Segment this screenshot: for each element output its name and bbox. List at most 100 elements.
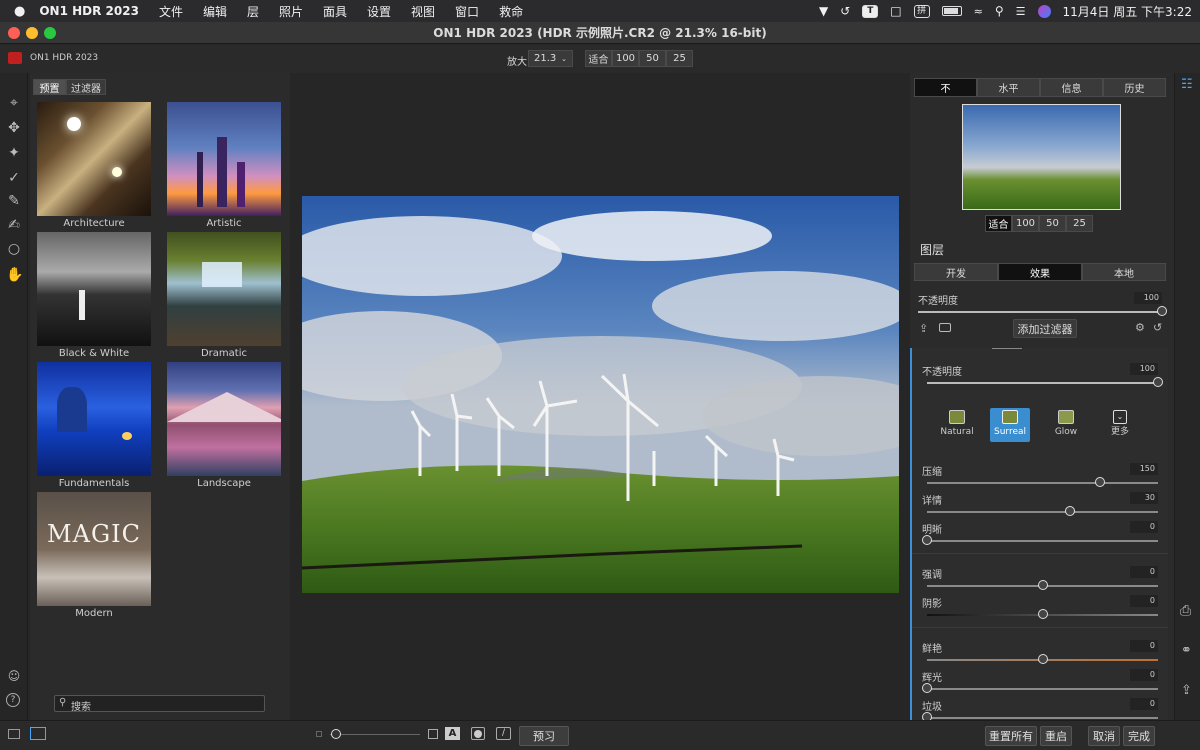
gear-icon[interactable]: ⚙ bbox=[1135, 321, 1145, 334]
tab-develop[interactable]: 开发 bbox=[914, 263, 998, 281]
filter-slider-knob[interactable] bbox=[1065, 506, 1076, 516]
menu-mask[interactable]: 面具 bbox=[323, 3, 347, 20]
style-natural[interactable]: Natural bbox=[937, 408, 977, 442]
style-glow[interactable]: Glow bbox=[1046, 408, 1086, 442]
menu-layer[interactable]: 层 bbox=[247, 3, 259, 20]
nav-zoom-fit-button[interactable]: 适合 bbox=[985, 215, 1012, 232]
cancel-button[interactable]: 取消 bbox=[1088, 726, 1120, 746]
menu-view[interactable]: 视图 bbox=[411, 3, 435, 20]
menu-edit[interactable]: 编辑 bbox=[203, 3, 227, 20]
filter-slider-value[interactable]: 0 bbox=[1130, 595, 1158, 607]
wifi-icon[interactable]: ≈ bbox=[974, 5, 983, 18]
tab-info[interactable]: 信息 bbox=[1040, 78, 1103, 97]
reset-all-button[interactable]: 重置所有 bbox=[985, 726, 1037, 746]
filter-slider-value[interactable]: 0 bbox=[1130, 640, 1158, 652]
filter-slider-knob[interactable] bbox=[1037, 580, 1048, 590]
tab-effects[interactable]: 效果 bbox=[998, 263, 1082, 281]
tab-levels[interactable]: 水平 bbox=[977, 78, 1040, 97]
reset-icon[interactable]: ↺ bbox=[1153, 321, 1162, 334]
reset-button[interactable]: 重启 bbox=[1040, 726, 1072, 746]
filter-slider-knob[interactable] bbox=[1037, 609, 1048, 619]
menu-help[interactable]: 救命 bbox=[499, 3, 523, 20]
user-icon[interactable]: ☺ bbox=[6, 668, 22, 684]
mask-view-icon[interactable] bbox=[471, 727, 485, 740]
preset-thumb-dramatic[interactable] bbox=[167, 232, 281, 346]
export-share-icon[interactable]: ⇪ bbox=[1181, 683, 1192, 698]
zoom-100-button[interactable]: 100 bbox=[612, 50, 639, 67]
layer-opacity-knob[interactable] bbox=[1157, 306, 1167, 316]
style-surreal[interactable]: Surreal bbox=[990, 408, 1030, 442]
input-method-icon[interactable]: 拼 bbox=[913, 4, 930, 18]
filter-slider-value[interactable]: 0 bbox=[1130, 698, 1158, 710]
preset-thumb-artistic[interactable] bbox=[167, 102, 281, 216]
zoom-fit-button[interactable]: 适合 bbox=[585, 50, 612, 67]
help-icon[interactable]: ? bbox=[6, 693, 20, 707]
filter-slider-value[interactable]: 0 bbox=[1130, 521, 1158, 533]
apple-icon[interactable]: ● bbox=[14, 4, 25, 19]
tab-navigator[interactable]: 不 bbox=[914, 78, 977, 97]
minimize-button[interactable] bbox=[26, 27, 38, 39]
navigator-preview[interactable] bbox=[962, 104, 1121, 210]
menu-settings[interactable]: 设置 bbox=[367, 3, 391, 20]
message-icon[interactable]: □ bbox=[890, 4, 901, 18]
add-filter-button[interactable]: 添加过滤器 bbox=[1013, 319, 1077, 338]
crop-icon[interactable]: ⌖ bbox=[6, 95, 22, 111]
menu-window[interactable]: 窗口 bbox=[455, 3, 479, 20]
preset-thumb-architecture[interactable] bbox=[37, 102, 151, 216]
preset-thumb-modern[interactable]: MAGIC bbox=[37, 492, 151, 606]
control-center-icon[interactable]: ☰ bbox=[1016, 5, 1026, 18]
hand-zoom-icon[interactable]: ✋ bbox=[6, 267, 23, 283]
sync-icon[interactable]: ↺ bbox=[840, 4, 850, 18]
filter-slider-value[interactable]: 30 bbox=[1130, 492, 1158, 504]
move-icon[interactable]: ✥ bbox=[6, 120, 22, 136]
filter-slider-knob[interactable] bbox=[922, 535, 932, 545]
preview-button[interactable]: 预习 bbox=[519, 726, 569, 746]
share-icon[interactable]: ⚭ bbox=[1181, 643, 1192, 658]
text-icon[interactable]: T bbox=[862, 4, 879, 18]
filter-opacity-knob[interactable] bbox=[1153, 377, 1163, 387]
print-icon[interactable]: ⎙ bbox=[1180, 603, 1191, 619]
zoom-25-button[interactable]: 25 bbox=[666, 50, 693, 67]
tab-local[interactable]: 本地 bbox=[1082, 263, 1166, 281]
search-box[interactable]: ⚲ 搜索 bbox=[54, 695, 265, 713]
filter-slider-value[interactable]: 150 bbox=[1130, 463, 1158, 475]
mask-icon[interactable] bbox=[939, 323, 951, 332]
adjustments-icon[interactable]: ☷ bbox=[1181, 77, 1193, 92]
nav-zoom-25-button[interactable]: 25 bbox=[1066, 215, 1093, 232]
filter-slider-value[interactable]: 0 bbox=[1130, 669, 1158, 681]
shield-icon[interactable]: ▼ bbox=[819, 4, 828, 18]
filter-slider-knob[interactable] bbox=[922, 683, 932, 693]
tab-filters[interactable]: 过滤器 bbox=[66, 79, 106, 95]
datetime[interactable]: 11月4日 周五 下午3:22 bbox=[1063, 3, 1192, 20]
tab-history[interactable]: 历史 bbox=[1103, 78, 1166, 97]
preset-thumb-fundamentals[interactable] bbox=[37, 362, 151, 476]
menu-app-name[interactable]: ON1 HDR 2023 bbox=[39, 4, 139, 18]
filter-slider-knob[interactable] bbox=[1037, 654, 1048, 664]
export-icon[interactable]: ⇪ bbox=[919, 322, 928, 335]
filter-opacity-value[interactable]: 100 bbox=[1130, 363, 1158, 375]
refine-brush-icon[interactable]: ✍ bbox=[6, 217, 22, 233]
zoom-select[interactable]: 21.3 ⌄ bbox=[528, 50, 573, 67]
zoom-50-button[interactable]: 50 bbox=[639, 50, 666, 67]
text-overlay-toggle[interactable]: A bbox=[445, 727, 460, 740]
nav-zoom-100-button[interactable]: 100 bbox=[1012, 215, 1039, 232]
layer-opacity-value[interactable]: 100 bbox=[1134, 292, 1162, 304]
filter-slider-value[interactable]: 0 bbox=[1130, 566, 1158, 578]
nav-zoom-50-button[interactable]: 50 bbox=[1039, 215, 1066, 232]
tab-presets[interactable]: 预置 bbox=[33, 79, 66, 95]
menu-photo[interactable]: 照片 bbox=[279, 3, 303, 20]
collapse-handle-icon[interactable] bbox=[992, 348, 1022, 349]
gradient-icon[interactable]: ○ bbox=[6, 241, 22, 257]
close-button[interactable] bbox=[8, 27, 20, 39]
magic-wand-icon[interactable]: ✦ bbox=[6, 145, 22, 161]
filter-slider-knob[interactable] bbox=[1095, 477, 1106, 487]
main-photo[interactable] bbox=[302, 196, 899, 593]
zoom-button[interactable] bbox=[44, 27, 56, 39]
preset-thumb-black-white[interactable] bbox=[37, 232, 151, 346]
compare-view-icon[interactable] bbox=[30, 727, 46, 740]
battery-icon[interactable] bbox=[941, 6, 962, 16]
thumb-size-knob[interactable] bbox=[331, 729, 341, 739]
search-icon[interactable]: ⚲ bbox=[995, 4, 1004, 18]
before-after-icon[interactable]: ∕ bbox=[496, 727, 511, 740]
mask-brush-icon[interactable]: ✎ bbox=[6, 193, 22, 209]
